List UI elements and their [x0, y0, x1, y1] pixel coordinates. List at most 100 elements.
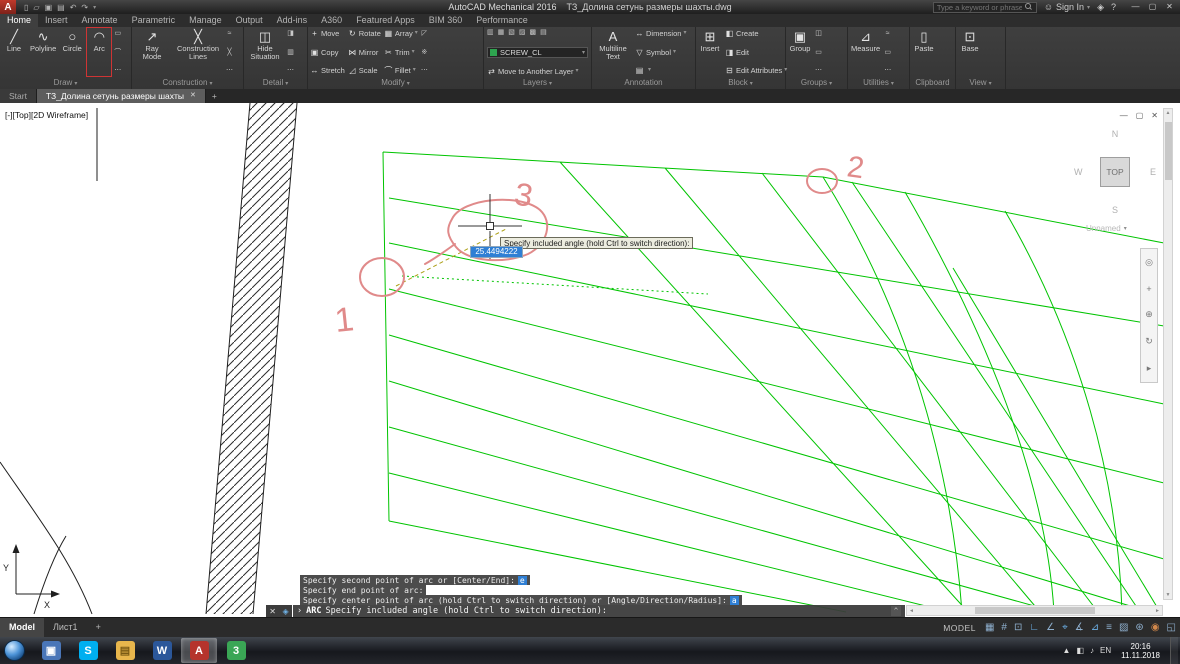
vertical-scrollbar[interactable]: ▲ ▼ — [1163, 108, 1173, 600]
tab-bim360[interactable]: BIM 360 — [422, 14, 470, 27]
rectangle-icon[interactable]: ▭ — [114, 29, 121, 38]
symbol-button[interactable]: ▽Symbol▾ — [635, 48, 686, 57]
redo-icon[interactable]: ↷ — [81, 3, 88, 12]
language-indicator[interactable]: EN — [1100, 646, 1111, 655]
pan-icon[interactable]: + — [1146, 284, 1151, 294]
scale-button[interactable]: ◿Scale — [348, 66, 381, 75]
workspace-gear-icon[interactable]: ⊛ — [1135, 618, 1143, 638]
drawing-canvas[interactable]: Y X 1 3 2 [-][Top] — [0, 103, 1180, 617]
layer-tool-icon[interactable]: ▧ — [508, 28, 515, 37]
object-snap-tracking-icon[interactable]: ∡ — [1075, 618, 1084, 638]
close-button[interactable]: ✕ — [1161, 0, 1178, 14]
save-icon[interactable]: ▣ — [45, 3, 53, 12]
layer-tool-icon[interactable]: ▩ — [530, 28, 537, 37]
view-name-control[interactable]: Unnamed ▾ — [1086, 224, 1127, 233]
grid-icon[interactable]: ▦ — [985, 618, 994, 638]
more-groups-icon[interactable]: ⋯ — [815, 66, 822, 75]
construction-lines-button[interactable]: ╳ Construction Lines — [173, 28, 223, 76]
expand-history-icon[interactable]: ^ — [891, 606, 901, 616]
layer-tool-icon[interactable]: ▥ — [487, 28, 494, 37]
tab-addins[interactable]: Add-ins — [270, 14, 315, 27]
edit-attributes-button[interactable]: ⊟Edit Attributes▾ — [725, 66, 787, 75]
move-button[interactable]: +Move — [310, 29, 345, 38]
viewcube-top-face[interactable]: TOP — [1100, 157, 1130, 187]
construction-panel-label[interactable]: Construction▾ — [132, 77, 243, 89]
scroll-down-icon[interactable]: ▼ — [1166, 592, 1171, 598]
command-input-line[interactable]: › ARC Specify included angle (hold Ctrl … — [293, 605, 905, 617]
layer-tool-icon[interactable]: ▨ — [519, 28, 526, 37]
file-tab-start[interactable]: Start — [0, 89, 37, 103]
copy-button[interactable]: ▣Copy — [310, 48, 345, 57]
detail-tool-icon[interactable]: ▥ — [287, 48, 294, 57]
dimension-button[interactable]: ↔Dimension▾ — [635, 29, 686, 38]
horizontal-scroll-thumb[interactable] — [975, 607, 1095, 614]
edit-block-button[interactable]: ◨Edit — [725, 48, 787, 57]
dynamic-input-icon[interactable]: ⊿ — [1091, 618, 1099, 638]
ray-mode-button[interactable]: ↗ Ray Mode — [134, 28, 170, 76]
circle-button[interactable]: ○ Circle — [60, 28, 84, 76]
clipboard-panel-label[interactable]: Clipboard — [910, 77, 955, 89]
help-icon[interactable]: ? — [1111, 2, 1116, 12]
network-icon[interactable]: ◧ — [1076, 646, 1084, 655]
taskbar-clock[interactable]: 20:16 11.11.2018 — [1117, 642, 1164, 660]
layer-tool-icon[interactable]: ▦ — [498, 28, 505, 37]
steering-wheel-icon[interactable]: ◎ — [1145, 257, 1153, 268]
tab-home[interactable]: Home — [0, 14, 38, 27]
sign-in-button[interactable]: ☺ Sign In ▾ — [1044, 2, 1090, 12]
viewport-controls[interactable]: [-][Top][2D Wireframe] — [5, 110, 88, 120]
show-desktop-button[interactable] — [1170, 637, 1178, 664]
draw-panel-label[interactable]: Draw▾ — [0, 77, 131, 89]
explode-icon[interactable]: ※ — [421, 48, 428, 57]
bom-button[interactable]: ▤▾ — [635, 66, 686, 75]
volume-icon[interactable]: ♪ — [1090, 646, 1094, 655]
taskbar-app-green[interactable]: 3 — [218, 638, 254, 663]
groups-panel-label[interactable]: Groups▾ — [786, 77, 847, 89]
viewcube-south[interactable]: S — [1112, 205, 1118, 215]
arc-button[interactable]: ◠ Arc — [87, 28, 111, 76]
quick-calc-icon[interactable]: ≈ — [884, 29, 891, 38]
tab-featured-apps[interactable]: Featured Apps — [349, 14, 422, 27]
id-point-icon[interactable]: ▭ — [884, 48, 891, 57]
create-block-button[interactable]: ◧Create — [725, 29, 787, 38]
snap-icon[interactable]: # — [1001, 618, 1007, 638]
isolate-objects-icon[interactable]: ◉ — [1151, 618, 1160, 638]
space-indicator[interactable]: MODEL — [943, 623, 976, 633]
detail-panel-label[interactable]: Detail▾ — [244, 77, 307, 89]
close-tab-icon[interactable]: ✕ — [190, 89, 196, 103]
layer-dropdown[interactable]: SCREW_CL ▾ — [487, 47, 588, 58]
vertical-scroll-thumb[interactable] — [1165, 122, 1172, 180]
tab-a360[interactable]: A360 — [314, 14, 349, 27]
open-icon[interactable]: ▱ — [33, 3, 39, 12]
customize-icon[interactable]: ◈ — [283, 607, 289, 616]
clean-screen-icon[interactable]: ◱ — [1167, 618, 1176, 638]
view-panel-label[interactable]: View▾ — [956, 77, 1005, 89]
hide-situation-button[interactable]: ◫ Hide Situation — [246, 28, 284, 76]
erase-icon[interactable]: ◸ — [421, 29, 428, 38]
lineweight-icon[interactable]: ≡ — [1106, 618, 1112, 638]
taskbar-folder[interactable]: ▤ — [107, 638, 143, 663]
search-icon[interactable] — [1025, 3, 1033, 11]
layer-tool-icon[interactable]: ▤ — [540, 28, 547, 37]
orbit-icon[interactable]: ↻ — [1145, 336, 1153, 347]
utilities-panel-label[interactable]: Utilities▾ — [848, 77, 909, 89]
mirror-button[interactable]: ⋈Mirror — [348, 48, 381, 57]
object-snap-icon[interactable]: ⌖ — [1062, 618, 1068, 638]
move-to-layer-button[interactable]: ⇄ Move to Another Layer ▾ — [487, 67, 588, 76]
tab-parametric[interactable]: Parametric — [125, 14, 183, 27]
tab-performance[interactable]: Performance — [469, 14, 535, 27]
vp-restore-icon[interactable]: ▢ — [1136, 111, 1144, 120]
stretch-button[interactable]: ↔Stretch — [310, 66, 345, 75]
showmotion-icon[interactable]: ▸ — [1147, 363, 1152, 374]
start-button[interactable] — [4, 640, 25, 661]
new-layout-button[interactable]: + — [87, 618, 110, 638]
search-input[interactable] — [937, 3, 1022, 12]
exchange-apps-icon[interactable]: ◈ — [1097, 2, 1104, 13]
block-panel-label[interactable]: Block▾ — [696, 77, 785, 89]
line-button[interactable]: ╱ Line — [2, 28, 26, 76]
ungroup-icon[interactable]: ▭ — [815, 48, 822, 57]
insert-button[interactable]: ⊞ Insert — [698, 28, 722, 76]
more-modify-icon[interactable]: ⋯ — [421, 66, 428, 75]
new-tab-button[interactable]: + — [206, 89, 223, 103]
layers-panel-label[interactable]: Layers▾ — [484, 77, 591, 89]
horizontal-scrollbar[interactable]: ◄ ► — [906, 605, 1163, 616]
